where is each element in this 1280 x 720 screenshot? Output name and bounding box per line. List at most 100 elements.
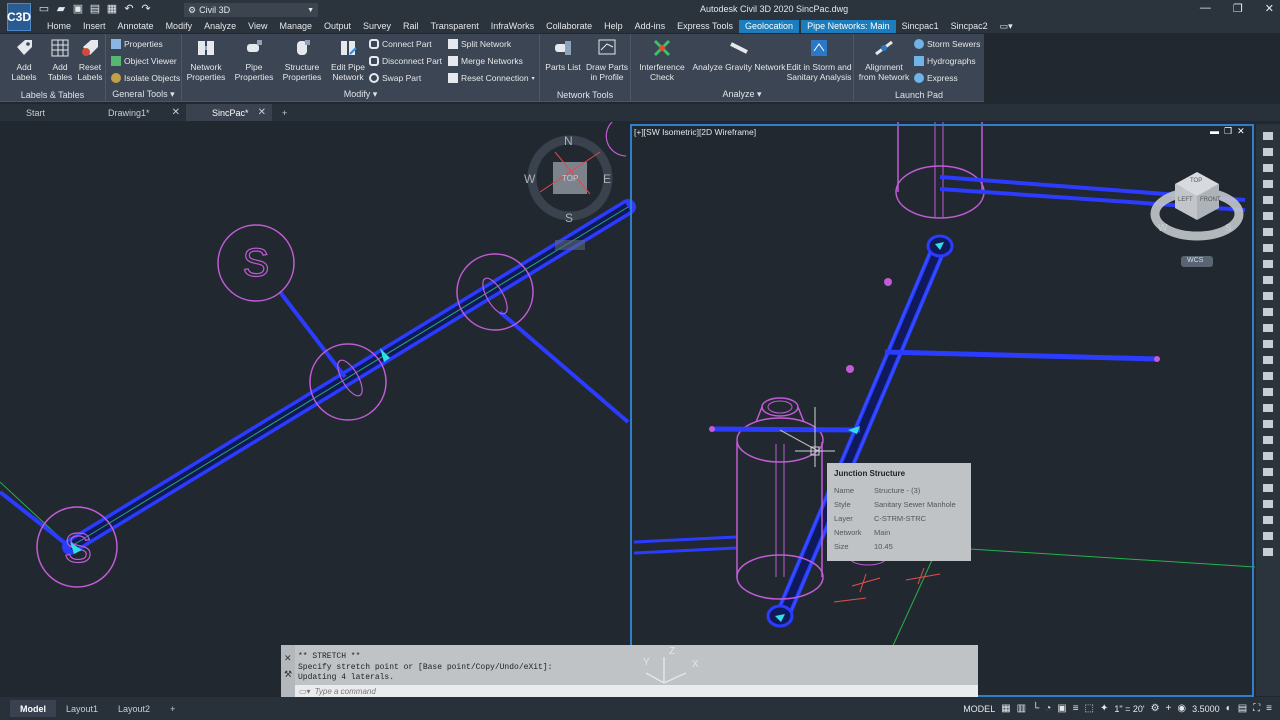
tab-analyze[interactable]: Analyze <box>198 20 242 33</box>
fullscreen-icon[interactable]: ⛶ <box>1253 703 1260 714</box>
viewport-minimize-button[interactable]: ▬ <box>1210 126 1219 137</box>
tab-insert[interactable]: Insert <box>77 20 112 33</box>
ribbon-toggle-button[interactable]: ▭▾ <box>994 20 1019 33</box>
isolate-objects-button[interactable]: Isolate Objects <box>111 73 180 83</box>
gear-icon[interactable]: ⚙ <box>1151 703 1160 714</box>
layout-tab-model[interactable]: Model <box>10 700 56 717</box>
disconnect-part-button[interactable]: Disconnect Part <box>369 56 442 66</box>
save-as-icon[interactable]: ▤ <box>89 3 101 15</box>
redo-icon[interactable]: ↷ <box>140 3 152 15</box>
application-menu-button[interactable]: C3D <box>7 3 31 31</box>
object-snap-icon[interactable]: ▣ <box>1057 703 1066 714</box>
right-toolbar-icons[interactable] <box>1256 124 1280 696</box>
close-icon[interactable]: ✕ <box>284 653 292 664</box>
annotation-scale-value[interactable]: 1" = 20' <box>1114 704 1144 714</box>
file-tab-start[interactable]: Start <box>0 104 82 121</box>
restore-button[interactable]: ❐ <box>1233 2 1243 15</box>
tab-sincpac1[interactable]: Sincpac1 <box>896 20 945 33</box>
file-tab-sincpac[interactable]: SincPac* ✕ <box>186 104 272 121</box>
tab-express-tools[interactable]: Express Tools <box>671 20 739 33</box>
tab-pipe-networks-main[interactable]: Pipe Networks: Main <box>801 20 896 33</box>
workspace-icon[interactable]: ◉ <box>1177 703 1186 714</box>
network-properties-button[interactable]: Network Properties <box>184 38 228 82</box>
edit-storm-sanitary-button[interactable]: Edit in Storm and Sanitary Analysis <box>786 38 852 82</box>
add-layout-button[interactable]: + <box>160 700 185 717</box>
undo-icon[interactable]: ↶ <box>123 3 135 15</box>
open-folder-icon[interactable]: ▰ <box>55 3 67 15</box>
hardware-acceleration-icon[interactable]: ▤ <box>1238 703 1247 714</box>
hydrographs-button[interactable]: Hydrographs <box>914 56 976 66</box>
storm-sewers-button[interactable]: Storm Sewers <box>914 39 980 49</box>
wrench-icon[interactable]: ⚒ <box>284 669 292 680</box>
structure-properties-button[interactable]: Structure Properties <box>281 38 323 82</box>
close-icon[interactable]: ✕ <box>172 107 180 118</box>
command-input[interactable]: ▭▾ Type a command <box>295 685 978 697</box>
isolate-objects-icon[interactable]: ◐ <box>1226 703 1232 714</box>
split-network-button[interactable]: Split Network <box>448 39 511 49</box>
tab-rail[interactable]: Rail <box>397 20 425 33</box>
new-tab-button[interactable]: + <box>272 104 302 121</box>
new-file-icon[interactable]: ▭ <box>38 3 50 15</box>
add-labels-button[interactable]: Add Labels <box>10 38 38 82</box>
tab-view[interactable]: View <box>242 20 273 33</box>
tab-help[interactable]: Help <box>598 20 629 33</box>
tab-annotate[interactable]: Annotate <box>112 20 160 33</box>
selection-cycling-icon[interactable]: ⬚ <box>1085 703 1094 714</box>
command-line-handle[interactable]: ✕ ⚒ <box>281 645 295 698</box>
ortho-icon[interactable]: └ <box>1032 703 1039 714</box>
workspace-selector[interactable]: ⚙ Civil 3D ▼ <box>184 3 318 17</box>
tab-add-ins[interactable]: Add-ins <box>629 20 672 33</box>
tab-output[interactable]: Output <box>318 20 357 33</box>
reset-labels-button[interactable]: Reset Labels <box>76 38 104 82</box>
viewport-maximize-button[interactable]: ❐ <box>1224 126 1232 137</box>
customization-icon[interactable]: ≡ <box>1266 703 1272 714</box>
minimize-button[interactable]: — <box>1200 2 1211 15</box>
object-viewer-button[interactable]: Object Viewer <box>111 56 177 66</box>
viewport-controls-label[interactable]: [+][SW Isometric][2D Wireframe] <box>634 127 756 137</box>
lineweight-icon[interactable]: ≡ <box>1073 703 1079 714</box>
save-icon[interactable]: ▣ <box>72 3 84 15</box>
active-viewport-frame[interactable] <box>630 124 1254 697</box>
command-history: ** STRETCH ** Specify stretch point or [… <box>298 652 553 682</box>
tab-geolocation[interactable]: Geolocation <box>739 20 800 33</box>
express-icon <box>914 73 924 83</box>
grid-icon[interactable]: ▦ <box>1001 703 1010 714</box>
interference-check-button[interactable]: Interference Check <box>636 38 688 82</box>
add-tables-button[interactable]: Add Tables <box>45 38 75 82</box>
status-value[interactable]: 3.5000 <box>1192 704 1220 714</box>
edit-pipe-network-button[interactable]: Edit Pipe Network <box>328 38 368 82</box>
command-prompt-icon[interactable]: ▭▾ <box>299 687 311 696</box>
model-space-button[interactable]: MODEL <box>963 704 995 714</box>
tab-modify[interactable]: Modify <box>160 20 199 33</box>
viewport-close-button[interactable]: ✕ <box>1237 126 1245 137</box>
layout-tab-layout1[interactable]: Layout1 <box>56 700 108 717</box>
tooltip-row: Name Structure - (3) <box>834 486 921 495</box>
express-button[interactable]: Express <box>914 73 958 83</box>
draw-parts-in-profile-button[interactable]: Draw Parts in Profile <box>586 38 628 82</box>
merge-networks-button[interactable]: Merge Networks <box>448 56 523 66</box>
close-icon[interactable]: ✕ <box>258 107 266 118</box>
tab-transparent[interactable]: Transparent <box>425 20 485 33</box>
properties-button[interactable]: Properties <box>111 39 163 49</box>
file-tab-drawing1[interactable]: Drawing1* ✕ <box>82 104 186 121</box>
tab-infraworks[interactable]: InfraWorks <box>485 20 540 33</box>
snap-icon[interactable]: ▥ <box>1017 703 1026 714</box>
print-icon[interactable]: ▦ <box>106 3 118 15</box>
polar-icon[interactable]: ◔ <box>1045 703 1051 714</box>
tab-sincpac2[interactable]: Sincpac2 <box>945 20 994 33</box>
plus-icon[interactable]: + <box>1166 703 1172 714</box>
reset-connection-button[interactable]: Reset Connection ▾ <box>448 73 535 83</box>
tab-collaborate[interactable]: Collaborate <box>540 20 598 33</box>
close-button[interactable]: ✕ <box>1265 2 1274 15</box>
connect-part-button[interactable]: Connect Part <box>369 39 432 49</box>
tab-survey[interactable]: Survey <box>357 20 397 33</box>
tab-home[interactable]: Home <box>41 20 77 33</box>
tab-manage[interactable]: Manage <box>273 20 318 33</box>
analyze-gravity-network-button[interactable]: Analyze Gravity Network <box>691 38 787 72</box>
pipe-properties-button[interactable]: Pipe Properties <box>234 38 274 82</box>
alignment-from-network-button[interactable]: Alignment from Network <box>856 38 912 82</box>
layout-tab-layout2[interactable]: Layout2 <box>108 700 160 717</box>
parts-list-button[interactable]: Parts List <box>545 38 581 72</box>
annotation-scale-icon[interactable]: ✦ <box>1100 703 1108 714</box>
swap-part-button[interactable]: Swap Part <box>369 73 421 83</box>
